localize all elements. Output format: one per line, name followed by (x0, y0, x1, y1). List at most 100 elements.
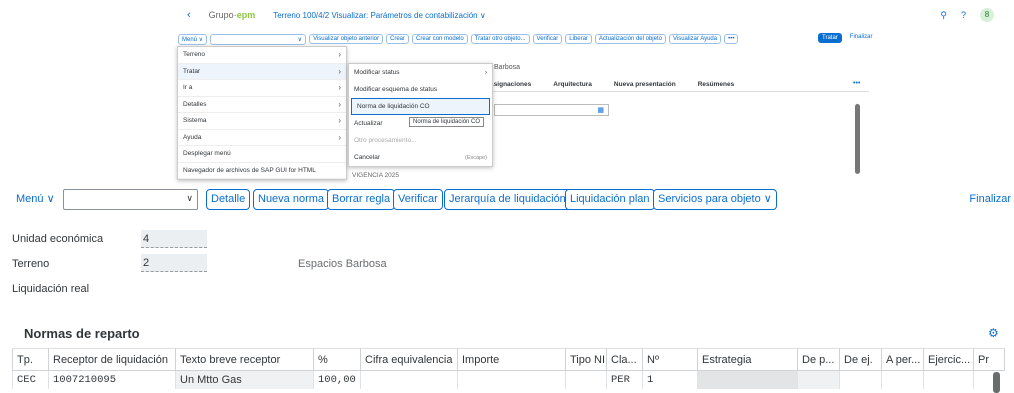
inset-date-input[interactable]: ▦ (494, 104, 609, 116)
chevron-right-icon: › (338, 83, 341, 93)
col-pr[interactable]: Pr (973, 348, 1005, 371)
menu-item-desplegar[interactable]: Desplegar menú (178, 146, 346, 163)
servicios-objeto-button[interactable]: Servicios para objeto ∨ (653, 189, 777, 210)
menu-item-sistema[interactable]: Sistema › (178, 113, 346, 130)
inset-btn-ayuda[interactable]: Visualizar Ayuda (668, 34, 722, 44)
tab-arquitectura[interactable]: Arquitectura (553, 81, 592, 88)
cell-de-ejercicio[interactable] (839, 370, 882, 389)
finalizar-button[interactable]: Finalizar (969, 193, 1011, 205)
inset-btn-more[interactable]: ••• (724, 34, 739, 44)
unidad-economica-field[interactable]: 4 (141, 230, 207, 248)
col-a-periodo[interactable]: A per... (881, 348, 924, 371)
submenu-norma-liquidacion[interactable]: Norma de liquidación CO (351, 98, 490, 115)
jerarquia-liquidacion-button[interactable]: Jerarquía de liquidación (444, 189, 571, 210)
chevron-down-icon[interactable]: ∨ (186, 193, 193, 204)
menu-item-navegador[interactable]: Navegador de archivos de SAP GUI for HTM… (178, 163, 346, 179)
chevron-right-icon: › (338, 99, 341, 109)
col-receptor[interactable]: Receptor de liquidación (48, 348, 176, 371)
menu-button[interactable]: Menú ∨ (16, 192, 55, 205)
submenu-otro-procesamiento: Otro procesamiento... (354, 137, 417, 144)
col-de-ejercicio[interactable]: De ej. (839, 348, 882, 371)
col-clase[interactable]: Cla... (606, 348, 643, 371)
liquidacion-real-label: Liquidación real (12, 283, 90, 295)
verificar-button[interactable]: Verificar (393, 189, 443, 210)
inset-menu-button[interactable]: Menú ∨ (178, 33, 208, 45)
chevron-right-icon: › (338, 116, 341, 126)
inset-btn-crear-modelo[interactable]: Crear con modelo (412, 34, 468, 44)
cell-porcentaje[interactable]: 100,00 (313, 370, 361, 389)
cell-ejercicio[interactable] (923, 370, 974, 389)
col-ejercicio[interactable]: Ejercic... (923, 348, 974, 371)
company-logo: Grupo·epm (208, 10, 256, 20)
nueva-norma-button[interactable]: Nueva norma (253, 189, 330, 210)
chevron-right-icon: › (484, 69, 487, 76)
submenu-cancelar[interactable]: Cancelar (Escape) (349, 149, 492, 166)
menu-item-detalles[interactable]: Detalles › (178, 97, 346, 113)
submenu-modificar-esquema[interactable]: Modificar esquema de status (349, 81, 492, 98)
cell-clase[interactable]: PER (606, 370, 643, 389)
menu-item-ir-a[interactable]: Ir a › (178, 80, 346, 97)
inset-barbosa-text: Barbosa (494, 64, 521, 71)
col-importe[interactable]: Importe (457, 348, 566, 371)
tooltip: Norma de liquidación CO (409, 117, 485, 127)
cell-a-periodo[interactable] (881, 370, 924, 389)
inset-btn-verificar[interactable]: Verificar (532, 34, 563, 44)
detalle-button[interactable]: Detalle (206, 189, 251, 210)
tab-resumenes[interactable]: Resúmenes (698, 81, 735, 88)
col-estrategia[interactable]: Estrategia (697, 348, 798, 371)
terreno-field[interactable]: 2 (141, 254, 207, 272)
cell-numero[interactable]: 1 (642, 370, 698, 389)
inset-btn-tratar-otro[interactable]: Tratar otro objeto... (470, 34, 530, 44)
help-icon[interactable]: ? (961, 10, 966, 20)
menu-item-ayuda[interactable]: Ayuda › (178, 130, 346, 146)
header-actions: ⚲ ? 8 (940, 8, 994, 22)
chevron-right-icon: › (338, 66, 341, 76)
borrar-regla-button[interactable]: Borrar regla (327, 189, 396, 210)
liquidacion-plan-button[interactable]: Liquidación plan (565, 189, 655, 210)
col-tp[interactable]: Tp. (12, 348, 49, 371)
more-icon[interactable]: ••• (853, 80, 860, 87)
menu-item-terreno[interactable]: Terreno › (178, 47, 346, 64)
inset-btn-tratar[interactable]: Tratar (818, 33, 842, 43)
inset-btn-liberar[interactable]: Liberar (565, 34, 592, 44)
calendar-icon[interactable]: ▦ (597, 106, 604, 114)
normas-table: Tp. Receptor de liquidación Texto breve … (12, 348, 1005, 389)
search-icon[interactable]: ⚲ (940, 10, 947, 21)
submenu-modificar-status[interactable]: Modificar status › (349, 64, 492, 81)
col-numero[interactable]: Nº (642, 348, 698, 371)
table-row[interactable]: CEC 1007210095 Un Mtto Gas 100,00 PER 1 (12, 370, 1005, 389)
col-cifra-equivalencia[interactable]: Cifra equivalencia (360, 348, 458, 371)
inset-select[interactable]: ∨ (210, 33, 307, 45)
back-icon[interactable]: ‹ (187, 9, 191, 21)
inset-tabs: Asignaciones Arquitectura Nueva presenta… (489, 78, 869, 92)
col-tipo-ni[interactable]: Tipo NI (565, 348, 607, 371)
inset-btn-visualizar-anterior[interactable]: Visualizar objeto anterior (309, 34, 384, 44)
cell-estrategia[interactable] (697, 370, 798, 389)
table-scrollbar[interactable] (993, 372, 1000, 393)
inset-btn-crear[interactable]: Crear (386, 34, 410, 44)
tratar-submenu: Modificar status › Modificar esquema de s… (348, 63, 493, 167)
section-title: Normas de reparto (24, 326, 140, 341)
unidad-economica-label: Unidad económica (12, 233, 104, 245)
cell-de-periodo[interactable] (797, 370, 840, 389)
cell-tipo-ni[interactable] (565, 370, 607, 389)
tab-asignaciones[interactable]: Asignaciones (489, 81, 531, 88)
inset-scrollbar[interactable] (855, 104, 860, 174)
inset-vigencia-text: VIGENCIA 2025 (352, 172, 399, 179)
inset-btn-finalizar[interactable]: Finalizar (846, 33, 876, 43)
inset-title[interactable]: Terreno 100/4/2 Visualizar: Parámetros d… (273, 11, 486, 20)
avatar[interactable]: 8 (980, 8, 994, 22)
cell-tp[interactable]: CEC (12, 370, 49, 389)
cell-cifra-equivalencia[interactable] (360, 370, 458, 389)
cell-receptor[interactable]: 1007210095 (48, 370, 176, 389)
inset-btn-actualizacion[interactable]: Actualización del objeto (594, 34, 666, 44)
cell-importe[interactable] (457, 370, 566, 389)
gear-icon[interactable]: ⚙ (988, 326, 999, 340)
tab-nueva-presentacion[interactable]: Nueva presentación (614, 81, 676, 88)
menu-item-tratar[interactable]: Tratar › (178, 63, 346, 80)
chevron-right-icon: › (338, 132, 341, 142)
col-porcentaje[interactable]: % (313, 348, 361, 371)
command-combobox[interactable]: ∨ (63, 189, 198, 210)
col-de-periodo[interactable]: De p... (797, 348, 840, 371)
col-texto-breve[interactable]: Texto breve receptor (175, 348, 314, 371)
